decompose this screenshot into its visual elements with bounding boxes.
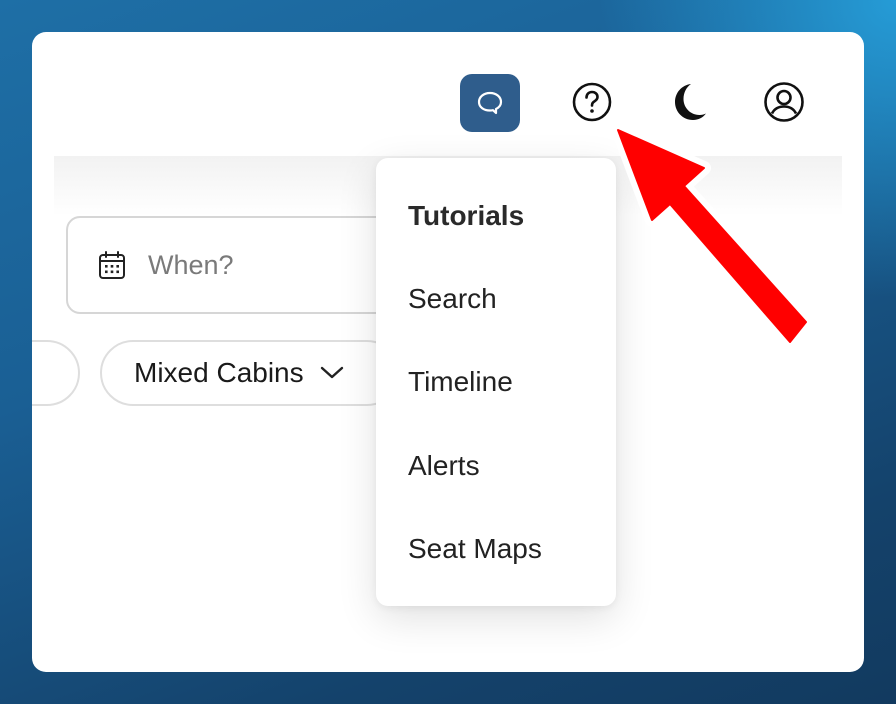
passenger-chip[interactable]	[32, 340, 80, 406]
chat-icon	[477, 91, 503, 115]
help-button[interactable]	[562, 72, 622, 132]
chevron-down-icon	[320, 366, 344, 380]
cabin-selector[interactable]: Mixed Cabins	[100, 340, 400, 406]
menu-item-timeline[interactable]: Timeline	[408, 366, 513, 398]
date-field[interactable]: When?	[66, 216, 426, 314]
menu-item-alerts[interactable]: Alerts	[408, 450, 480, 482]
help-icon	[572, 82, 612, 122]
app-window: When? Mixed Cabins Tutorials Search Time…	[32, 32, 864, 672]
account-icon	[764, 82, 804, 122]
menu-item-search[interactable]: Search	[408, 283, 497, 315]
theme-toggle-button[interactable]	[658, 72, 718, 132]
account-button[interactable]	[754, 72, 814, 132]
cabin-label: Mixed Cabins	[134, 357, 304, 388]
moon-icon	[675, 84, 706, 120]
chat-button[interactable]	[460, 74, 520, 132]
tutorials-menu: Tutorials Search Timeline Alerts Seat Ma…	[376, 158, 616, 606]
calendar-icon	[99, 251, 125, 279]
tutorials-menu-title: Tutorials	[408, 200, 525, 231]
date-placeholder: When?	[148, 249, 234, 280]
menu-item-seat-maps[interactable]: Seat Maps	[408, 533, 542, 565]
